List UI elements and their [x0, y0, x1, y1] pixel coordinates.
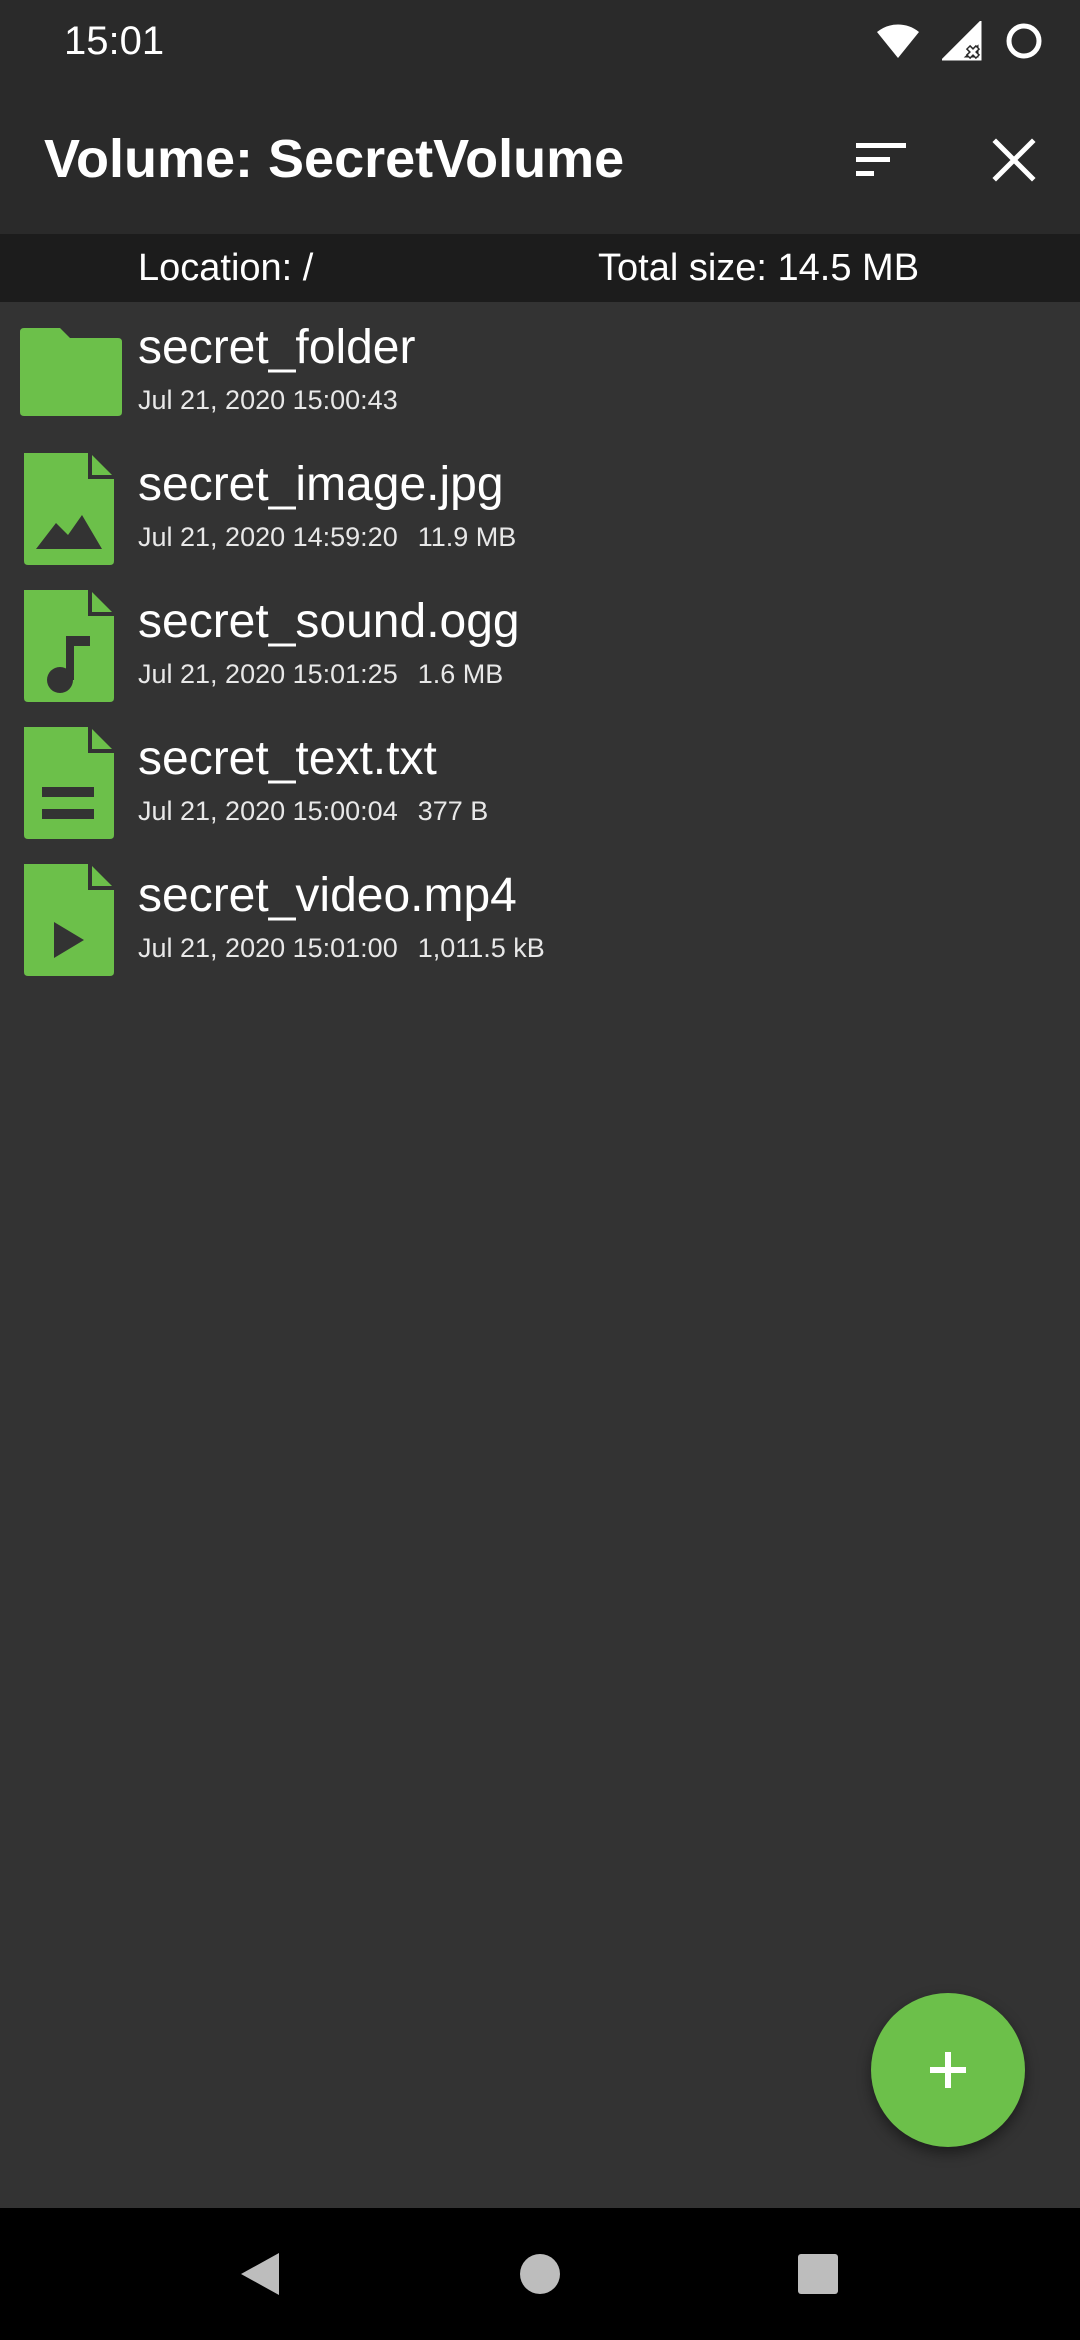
file-size: 1.6 MB [417, 659, 504, 689]
navigation-bar [0, 2208, 1080, 2340]
home-icon [520, 2254, 560, 2294]
back-icon [241, 2253, 279, 2295]
wifi-icon [877, 24, 919, 58]
file-meta: Jul 21, 2020 15:00:43 [138, 382, 398, 418]
file-date: Jul 21, 2020 15:00:04 [138, 796, 398, 826]
file-date: Jul 21, 2020 15:01:25 [138, 659, 398, 689]
close-icon [992, 138, 1036, 182]
file-size: 1,011.5 kB [417, 933, 545, 963]
file-size: 11.9 MB [417, 522, 517, 552]
status-icons [876, 16, 1044, 66]
file-name: secret_sound.ogg [138, 595, 520, 648]
plus-icon [930, 2052, 966, 2088]
status-bar: 15:01 [0, 0, 1080, 82]
sort-icon [856, 143, 906, 176]
list-item-folder[interactable]: secret_folder Jul 21, 2020 15:00:43 [0, 302, 1080, 439]
text-file-icon [24, 727, 114, 839]
list-item-image[interactable]: secret_image.jpg Jul 21, 2020 14:59:20 11… [0, 439, 1080, 576]
image-file-icon [24, 453, 114, 565]
file-date: Jul 21, 2020 15:01:00 [138, 933, 398, 963]
sort-button[interactable] [838, 120, 926, 200]
file-name: secret_video.mp4 [138, 869, 517, 922]
page-title: Volume: SecretVolume [44, 129, 625, 189]
file-meta: Jul 21, 2020 15:00:04 377 B [138, 793, 488, 829]
battery-ring-icon [1006, 23, 1042, 59]
total-size-label: Total size: 14.5 MB [598, 247, 920, 289]
file-name: secret_image.jpg [138, 458, 504, 511]
video-file-icon [24, 864, 114, 976]
home-button[interactable] [500, 2234, 580, 2314]
list-item-audio[interactable]: secret_sound.ogg Jul 21, 2020 15:01:25 1.… [0, 576, 1080, 713]
folder-icon [20, 328, 122, 416]
file-list: secret_folder Jul 21, 2020 15:00:43 secr… [0, 302, 1080, 987]
file-size: 377 B [417, 796, 489, 826]
file-meta: Jul 21, 2020 15:01:00 1,011.5 kB [138, 930, 545, 966]
location-label: Location: / [138, 247, 314, 289]
file-name: secret_text.txt [138, 732, 437, 785]
app-bar: Volume: SecretVolume [0, 82, 1080, 234]
status-time: 15:01 [64, 19, 165, 63]
back-button[interactable] [220, 2234, 300, 2314]
list-item-video[interactable]: secret_video.mp4 Jul 21, 2020 15:01:00 1,… [0, 850, 1080, 987]
file-meta: Jul 21, 2020 15:01:25 1.6 MB [138, 656, 503, 692]
file-meta: Jul 21, 2020 14:59:20 11.9 MB [138, 519, 516, 555]
recents-button[interactable] [778, 2234, 858, 2314]
file-date: Jul 21, 2020 14:59:20 [138, 522, 398, 552]
info-bar: Location: / Total size: 14.5 MB [0, 234, 1080, 302]
add-button[interactable] [871, 1993, 1025, 2147]
close-button[interactable] [970, 120, 1058, 200]
list-item-text[interactable]: secret_text.txt Jul 21, 2020 15:00:04 377… [0, 713, 1080, 850]
file-date: Jul 21, 2020 15:00:43 [138, 385, 398, 415]
signal-icon [942, 21, 982, 61]
audio-file-icon [24, 590, 114, 702]
recents-icon [798, 2254, 838, 2294]
file-name: secret_folder [138, 321, 416, 374]
